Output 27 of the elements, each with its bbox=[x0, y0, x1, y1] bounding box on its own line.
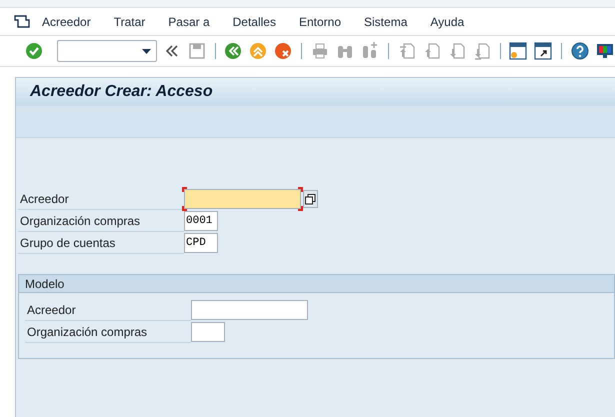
input-field[interactable] bbox=[191, 300, 308, 320]
exit-icon[interactable] bbox=[248, 41, 268, 61]
menu-item[interactable]: Pasar a bbox=[168, 12, 210, 30]
check-icon[interactable] bbox=[24, 41, 44, 61]
menu-item[interactable]: Detalles bbox=[232, 12, 276, 30]
new-window-icon[interactable] bbox=[508, 41, 528, 61]
value-help-button[interactable] bbox=[303, 190, 318, 208]
back-icon[interactable] bbox=[223, 41, 244, 61]
group-title: Modelo bbox=[25, 276, 64, 292]
menu-item[interactable]: Acreedor bbox=[42, 12, 91, 30]
cancel-icon[interactable] bbox=[273, 41, 294, 61]
menu-item[interactable]: Tratar bbox=[114, 12, 146, 30]
copy-icon bbox=[305, 194, 316, 204]
monitor-icon[interactable] bbox=[595, 41, 615, 61]
menu-item[interactable]: Entorno bbox=[298, 12, 342, 30]
input-field[interactable]: CPD bbox=[184, 233, 218, 253]
dropdown-caret-icon[interactable] bbox=[142, 48, 151, 54]
input-field[interactable]: 0001 bbox=[184, 211, 218, 231]
shortcut-icon[interactable] bbox=[533, 41, 554, 61]
screen-title: Acreedor Crear: Acceso bbox=[30, 82, 213, 102]
menu-icon[interactable] bbox=[14, 14, 30, 28]
command-field[interactable] bbox=[57, 40, 157, 62]
menu-item[interactable]: Sistema bbox=[364, 12, 408, 30]
input-field[interactable] bbox=[191, 322, 225, 342]
menu-item[interactable]: Ayuda bbox=[430, 12, 464, 30]
help-icon[interactable] bbox=[570, 41, 590, 61]
input-field[interactable] bbox=[184, 189, 301, 209]
